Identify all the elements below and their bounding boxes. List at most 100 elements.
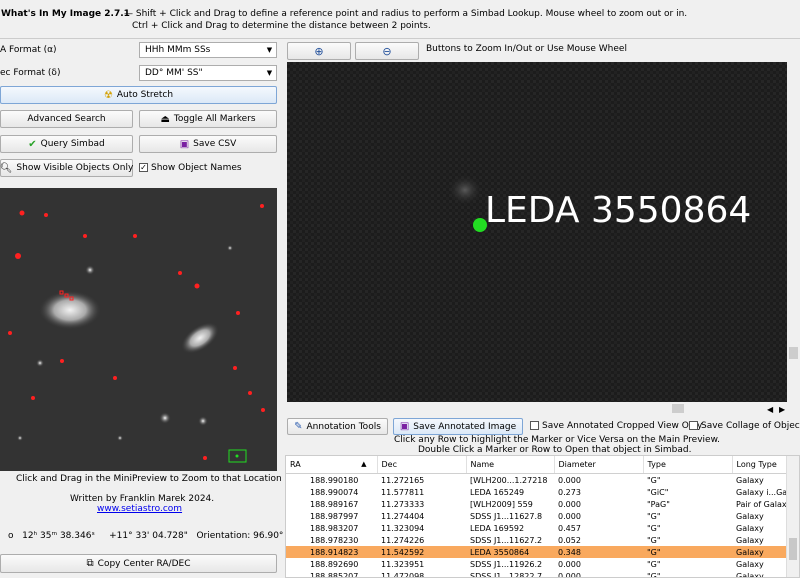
cell: Pair of Galax (736, 499, 787, 509)
col-header-long-type[interactable]: Long Type (732, 456, 789, 474)
chevron-down-icon: ▼ (266, 46, 273, 54)
ra-format-value: HHh MMm SSs (145, 45, 211, 55)
annotation-tools-label: Annotation Tools (306, 421, 381, 432)
scroll-right-icon[interactable]: ▶ (779, 405, 786, 414)
cell: "G" (647, 511, 661, 521)
cell: 0.348 (554, 546, 643, 558)
cell: 188.983207 (310, 523, 359, 533)
table-row[interactable]: 188.989167 11.273333 [WLH2009] 559 0.000 "Pa… (286, 498, 788, 510)
ra-format-select[interactable]: HHh MMm SSs ▼ (139, 42, 277, 58)
star (159, 412, 171, 424)
table-row[interactable]: 188.978230 11.274226 SDSS J1...11627.2 0.05… (286, 534, 788, 546)
horizontal-scrollbar[interactable] (287, 402, 800, 415)
mini-preview-image (0, 188, 277, 471)
show-visible-label: Show Visible Objects Only (16, 163, 134, 173)
copy-center-button[interactable]: ⧉ Copy Center RA/DEC (0, 554, 277, 573)
query-simbad-label: Query Simbad (40, 139, 105, 149)
cell: 0.000 (558, 499, 581, 509)
center-coords: o 12ʰ 35ᵐ 38.346ˢ +11° 33' 04.728" Orien… (8, 531, 284, 541)
star (85, 265, 95, 275)
h-scrollbar-thumb[interactable] (672, 404, 684, 413)
cell: SDSS J1...11627.8 (470, 511, 543, 521)
tag-icon: ⏏ (160, 113, 170, 125)
brush-icon: ✎ (294, 421, 303, 432)
cell: LEDA 3550864 (466, 546, 554, 558)
chevron-down-icon: ▼ (266, 69, 273, 77)
main-preview[interactable]: LEDA 3550864 ◀ ▶ (287, 62, 800, 415)
advanced-search-button[interactable]: Advanced Search (0, 110, 133, 128)
app-title: What's In My Image 2.7.1 (1, 9, 130, 19)
ra-format-label: A Format (α) (0, 45, 57, 55)
view-target (235, 454, 239, 458)
cell: SDSS J1...11926.2 (470, 559, 543, 569)
cell: "G" (647, 559, 661, 569)
star (36, 359, 44, 367)
cell: [WLH2009] 559 (470, 499, 533, 509)
table-row[interactable]: 188.987997 11.274404 SDSS J1...11627.8 0.00… (286, 510, 788, 522)
col-header-name[interactable]: Name (466, 456, 555, 474)
scroll-left-icon[interactable]: ◀ (767, 405, 774, 414)
cell: "G" (647, 535, 661, 545)
table-row[interactable]: 188.885207 11.472098 SDSS J1...12822.7 0.00… (286, 570, 788, 578)
save-annotated-button[interactable]: ▣ Save Annotated Image (393, 418, 523, 435)
col-header-diameter[interactable]: Diameter (554, 456, 644, 474)
zoom-out-button[interactable]: ⊖ (355, 42, 419, 60)
object-marker (178, 271, 182, 275)
annotation-tools-button[interactable]: ✎ Annotation Tools (287, 418, 388, 435)
table-row-selected[interactable]: 188.914823 11.542592 LEDA 3550864 0.348 "G" G… (286, 546, 788, 558)
table-row[interactable]: 188.990180 11.272165 [WLH200...1.27218 0.00… (286, 474, 788, 487)
object-marker (203, 456, 207, 460)
table-row[interactable]: 188.990074 11.577811 LEDA 165249 0.273 "GiC"… (286, 486, 788, 498)
table-row[interactable]: 188.983207 11.323094 LEDA 169592 0.457 "G" Ga… (286, 522, 788, 534)
title-bar: What's In My Image 2.7.1 — Shift + Click… (0, 0, 800, 39)
scrollbar-thumb[interactable] (789, 347, 798, 359)
col-header-ra[interactable]: RA ▲ (286, 456, 378, 474)
cell: Galaxy (736, 559, 764, 569)
cell: 11.274226 (381, 535, 425, 545)
toggle-markers-button[interactable]: ⏏ Toggle All Markers (139, 110, 277, 128)
cell: 188.978230 (310, 535, 359, 545)
save-cropped-label: Save Annotated Cropped View Only (542, 421, 703, 431)
query-simbad-button[interactable]: ✔ Query Simbad (0, 135, 133, 153)
cell: 0.000 (558, 475, 581, 485)
dec-format-select[interactable]: DD° MM' SS" ▼ (139, 65, 277, 81)
show-names-checkbox[interactable]: ✓ Show Object Names (139, 163, 242, 173)
auto-stretch-button[interactable]: ☢ Auto Stretch (0, 86, 277, 104)
object-marker (8, 331, 12, 335)
table-scrollbar-thumb[interactable] (789, 538, 797, 560)
cell: 11.472098 (381, 571, 425, 578)
cell: "G" (647, 571, 661, 578)
col-header-type[interactable]: Type (643, 456, 733, 474)
save-cropped-checkbox[interactable]: Save Annotated Cropped View Only (530, 421, 702, 431)
cell: "GiC" (647, 487, 669, 497)
cell: 0.457 (558, 523, 581, 533)
object-marker (15, 253, 21, 259)
save-collage-checkbox[interactable]: Save Collage of Objects (689, 421, 800, 431)
zoom-in-button[interactable]: ⊕ (287, 42, 351, 60)
table-scrollbar[interactable] (786, 456, 799, 577)
cell: 11.273333 (381, 499, 425, 509)
results-table: RA ▲ Dec Name Diameter Type Long Type 188… (285, 455, 800, 578)
star (17, 435, 23, 441)
cell: 188.914823 (286, 546, 377, 558)
cell: 188.990074 (310, 487, 359, 497)
cell: 0.273 (558, 487, 581, 497)
zoom-hint: Buttons to Zoom In/Out or Use Mouse Whee… (426, 44, 627, 54)
star (227, 245, 233, 251)
cell: Galaxy i...Ga (736, 487, 788, 497)
col-header-dec[interactable]: Dec (377, 456, 467, 474)
cell: 11.272165 (381, 475, 425, 485)
cell: 11.323951 (381, 559, 425, 569)
cell: 188.989167 (310, 499, 359, 509)
save-csv-button[interactable]: ▣ Save CSV (139, 135, 277, 153)
cell: Galaxy (736, 511, 764, 521)
table-row[interactable]: 188.892690 11.323951 SDSS J1...11926.2 0.00… (286, 558, 788, 570)
mini-preview[interactable] (0, 188, 277, 471)
cell: Galaxy (736, 475, 764, 485)
show-visible-button[interactable]: 🔍︎ Show Visible Objects Only (0, 159, 133, 177)
website-link[interactable]: www.setiastro.com (97, 504, 182, 514)
cell: 11.577811 (381, 487, 425, 497)
advanced-search-label: Advanced Search (27, 114, 106, 124)
object-marker (113, 376, 117, 380)
object-marker (248, 391, 252, 395)
